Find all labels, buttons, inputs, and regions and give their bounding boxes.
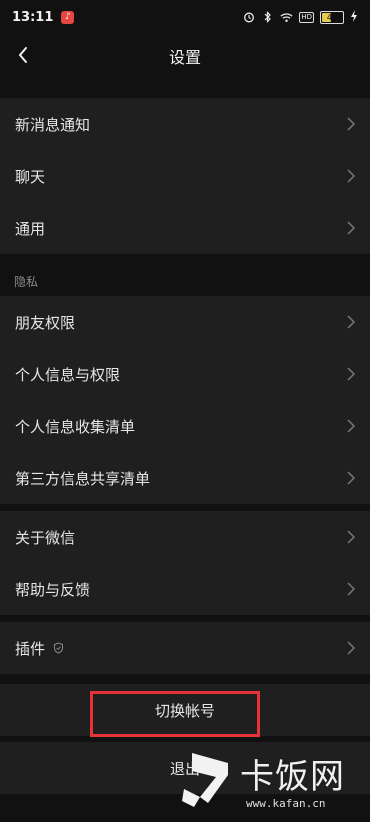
battery-level: 44 bbox=[326, 12, 338, 22]
chevron-left-icon bbox=[18, 47, 27, 63]
status-time: 13:11 bbox=[12, 9, 54, 25]
row-help-feedback[interactable]: 帮助与反馈 bbox=[0, 563, 370, 615]
highlight-box bbox=[90, 691, 260, 737]
row-label: 通用 bbox=[15, 219, 46, 238]
row-label: 聊天 bbox=[15, 167, 46, 186]
chevron-right-icon bbox=[347, 471, 356, 485]
settings-group-about: 关于微信 帮助与反馈 bbox=[0, 511, 370, 615]
back-button[interactable] bbox=[8, 40, 38, 70]
settings-group-plugins: 插件 bbox=[0, 622, 370, 674]
chevron-right-icon bbox=[347, 169, 356, 183]
settings-group-privacy: 朋友权限 个人信息与权限 个人信息收集清单 第三方信息共享清单 bbox=[0, 296, 370, 504]
row-label: 新消息通知 bbox=[15, 115, 91, 134]
row-label: 个人信息收集清单 bbox=[15, 417, 136, 436]
alarm-icon bbox=[242, 11, 255, 24]
row-personal-info-permissions[interactable]: 个人信息与权限 bbox=[0, 348, 370, 400]
row-plugins[interactable]: 插件 bbox=[0, 622, 370, 674]
music-app-icon: ♪ bbox=[61, 10, 75, 24]
chevron-right-icon bbox=[347, 367, 356, 381]
chevron-right-icon bbox=[347, 530, 356, 544]
chevron-right-icon bbox=[347, 315, 356, 329]
settings-group-general: 新消息通知 聊天 通用 bbox=[0, 98, 370, 254]
page-title: 设置 bbox=[168, 48, 201, 67]
status-icons: HD 44 bbox=[242, 9, 358, 25]
charging-icon bbox=[350, 9, 358, 25]
watermark-brand: 卡饭网 bbox=[240, 757, 345, 797]
watermark-url: www.kafan.cn bbox=[246, 797, 326, 810]
row-chat[interactable]: 聊天 bbox=[0, 150, 370, 202]
kafan-logo-icon bbox=[182, 753, 228, 807]
bluetooth-icon bbox=[261, 11, 274, 24]
row-about-wechat[interactable]: 关于微信 bbox=[0, 511, 370, 563]
kafan-watermark: 卡饭网 www.kafan.cn bbox=[178, 735, 368, 820]
status-bar: 13:11 ♪ HD 44 bbox=[0, 0, 370, 34]
battery-icon: 44 bbox=[320, 10, 344, 24]
nav-header: 设置 bbox=[0, 34, 370, 78]
row-third-party-sharing-list[interactable]: 第三方信息共享清单 bbox=[0, 452, 370, 504]
row-label: 第三方信息共享清单 bbox=[15, 469, 151, 488]
row-label: 插件 bbox=[15, 639, 46, 658]
hd-badge: HD bbox=[299, 11, 314, 23]
chevron-right-icon bbox=[347, 221, 356, 235]
row-label: 个人信息与权限 bbox=[15, 365, 121, 384]
chevron-right-icon bbox=[347, 641, 356, 655]
row-label: 帮助与反馈 bbox=[15, 580, 91, 599]
row-new-message-notification[interactable]: 新消息通知 bbox=[0, 98, 370, 150]
section-label-privacy: 隐私 bbox=[14, 275, 39, 289]
row-label: 关于微信 bbox=[15, 528, 76, 547]
row-personal-info-collection-list[interactable]: 个人信息收集清单 bbox=[0, 400, 370, 452]
shield-icon bbox=[54, 642, 64, 654]
row-friend-permissions[interactable]: 朋友权限 bbox=[0, 296, 370, 348]
wifi-icon bbox=[280, 11, 293, 24]
chevron-right-icon bbox=[347, 419, 356, 433]
chevron-right-icon bbox=[347, 582, 356, 596]
chevron-right-icon bbox=[347, 117, 356, 131]
row-general[interactable]: 通用 bbox=[0, 202, 370, 254]
row-label: 朋友权限 bbox=[15, 313, 76, 332]
